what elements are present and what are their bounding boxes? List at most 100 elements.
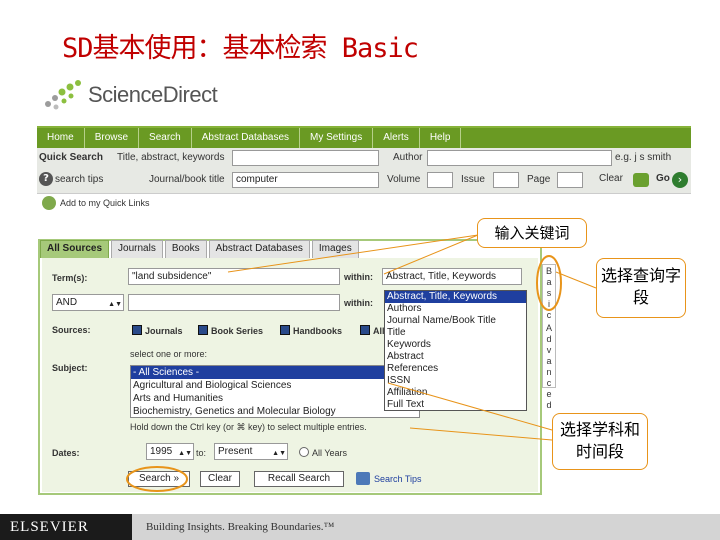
field-option[interactable]: Keywords <box>385 339 526 351</box>
page-input[interactable] <box>557 172 583 188</box>
ctrl-hint: Hold down the Ctrl key (or ⌘ key) to sel… <box>130 422 367 432</box>
date-from-value: 1995 <box>150 446 173 457</box>
nav-my-settings[interactable]: My Settings <box>300 128 374 148</box>
field-option[interactable]: ISSN <box>385 375 526 387</box>
nav-home[interactable]: Home <box>37 128 85 148</box>
clear-link[interactable]: Clear <box>599 173 623 184</box>
quick-search-label: Quick Search <box>39 152 103 163</box>
all-years-radio[interactable] <box>299 447 309 457</box>
page-label: Page <box>527 174 551 185</box>
tab-journals[interactable]: Journals <box>111 240 163 258</box>
advanced-letter: d <box>546 334 552 344</box>
date-to-label: to: <box>196 448 207 458</box>
select-arrow-icon: ▲▼ <box>108 301 122 308</box>
field-dropdown-list[interactable]: Abstract, Title, Keywords Authors Journa… <box>384 290 527 411</box>
advanced-letter: d <box>546 400 552 410</box>
nav-browse[interactable]: Browse <box>85 128 140 148</box>
all-source-label: All <box>373 326 385 336</box>
nav-alerts[interactable]: Alerts <box>373 128 420 148</box>
field-option[interactable]: Abstract <box>385 351 526 363</box>
issue-label: Issue <box>461 174 485 185</box>
advanced-letter: n <box>546 367 552 377</box>
nav-help[interactable]: Help <box>420 128 462 148</box>
date-to-value: Present <box>218 446 253 457</box>
select-arrow-icon: ▲▼ <box>178 450 192 457</box>
advanced-letter: A <box>545 323 552 333</box>
add-quick-links[interactable]: Add to my Quick Links <box>42 196 150 210</box>
nav-search[interactable]: Search <box>139 128 192 148</box>
basic-letter: a <box>546 277 552 287</box>
term2-input[interactable] <box>128 294 340 311</box>
advanced-letter: v <box>546 345 552 355</box>
basic-advanced-vertical-tab[interactable]: B a s i c A d v a n c e d <box>542 264 556 410</box>
operator-select[interactable]: AND ▲▼ <box>52 294 124 311</box>
subjects-listbox[interactable]: - All Sciences - Agricultural and Biolog… <box>130 365 420 418</box>
elsevier-logo: ELSEVIER <box>0 514 132 540</box>
term1-input[interactable]: "land subsidence" <box>128 268 340 285</box>
subject-option[interactable]: Agricultural and Biological Sciences <box>131 379 419 392</box>
advanced-letter: c <box>546 378 552 388</box>
field-option[interactable]: Title <box>385 327 526 339</box>
basic-letter: B <box>545 266 552 276</box>
field-option[interactable]: References <box>385 363 526 375</box>
sources-label: Sources: <box>52 325 91 335</box>
field-option[interactable]: Full Text <box>385 399 526 411</box>
volume-label: Volume <box>387 174 421 185</box>
clear-x-icon[interactable] <box>633 173 649 187</box>
tab-abstract-databases[interactable]: Abstract Databases <box>208 240 310 258</box>
source-tabs: All Sources Journals Books Abstract Data… <box>40 240 361 258</box>
subject-option[interactable]: Biochemistry, Genetics and Molecular Bio… <box>131 405 419 418</box>
journals-checkbox[interactable] <box>132 325 142 335</box>
select-hint: select one or more: <box>130 349 208 359</box>
go-label[interactable]: Go <box>656 173 670 184</box>
search-tips-link[interactable]: search tips <box>55 174 103 185</box>
author-input[interactable] <box>427 150 612 166</box>
help-icon[interactable]: ? <box>39 172 53 186</box>
within-label-2: within: <box>344 298 373 308</box>
basic-letter: i <box>548 299 550 309</box>
title-abstract-keywords-label: Title, abstract, keywords <box>117 152 225 163</box>
field-option[interactable]: Journal Name/Book Title <box>385 315 526 327</box>
journals-source-label: Journals <box>145 326 183 336</box>
search-tips-link-bottom[interactable]: Search Tips <box>374 474 422 484</box>
subject-option[interactable]: - All Sciences - <box>131 366 419 379</box>
subjects-label: Subject: <box>52 363 88 373</box>
footer-tagline: Building Insights. Breaking Boundaries.™ <box>146 521 335 533</box>
callout-enter-keywords: 输入关键词 <box>477 218 587 248</box>
basic-tab-letters[interactable]: B a s i c <box>543 265 555 321</box>
field-option[interactable]: Affiliation <box>385 387 526 399</box>
issue-input[interactable] <box>493 172 519 188</box>
handbooks-label: Handbooks <box>293 326 343 336</box>
book-series-checkbox[interactable] <box>198 325 208 335</box>
volume-input[interactable] <box>427 172 453 188</box>
advanced-letter: a <box>546 356 552 366</box>
author-example: e.g. j s smith <box>615 152 672 163</box>
advanced-tab-letters[interactable]: A d v a n c e d <box>543 323 555 411</box>
date-from-select[interactable]: 1995 ▲▼ <box>146 443 194 460</box>
subject-option[interactable]: Arts and Humanities <box>131 392 419 405</box>
all-sources-checkbox[interactable] <box>360 325 370 335</box>
all-years-label: All Years <box>312 448 348 458</box>
tab-images[interactable]: Images <box>311 240 359 258</box>
callout-select-subject-time: 选择学科和时间段 <box>552 413 648 470</box>
search-tips-icon[interactable] <box>356 472 370 485</box>
clear-button[interactable]: Clear <box>200 471 240 487</box>
field-option[interactable]: Abstract, Title, Keywords <box>385 291 526 303</box>
title-abstract-keywords-input[interactable] <box>232 150 379 166</box>
slide-title: SD基本使用：基本检索 Basic <box>62 33 419 64</box>
journal-title-input[interactable]: computer <box>232 172 379 188</box>
tab-books[interactable]: Books <box>164 240 207 258</box>
go-arrow-icon[interactable]: › <box>672 172 688 188</box>
sd-leaf-icon <box>45 80 81 110</box>
nav-abstract-databases[interactable]: Abstract Databases <box>192 128 300 148</box>
recall-search-button[interactable]: Recall Search <box>254 471 344 487</box>
terms-label: Term(s): <box>52 273 88 283</box>
field-option[interactable]: Authors <box>385 303 526 315</box>
operator-value: AND <box>56 297 78 308</box>
tab-all-sources[interactable]: All Sources <box>40 240 110 258</box>
within-label-1: within: <box>344 272 373 282</box>
within1-select[interactable]: Abstract, Title, Keywords <box>382 268 522 285</box>
search-button[interactable]: Search » <box>128 471 190 487</box>
handbooks-checkbox[interactable] <box>280 325 290 335</box>
date-to-select[interactable]: Present ▲▼ <box>214 443 288 460</box>
